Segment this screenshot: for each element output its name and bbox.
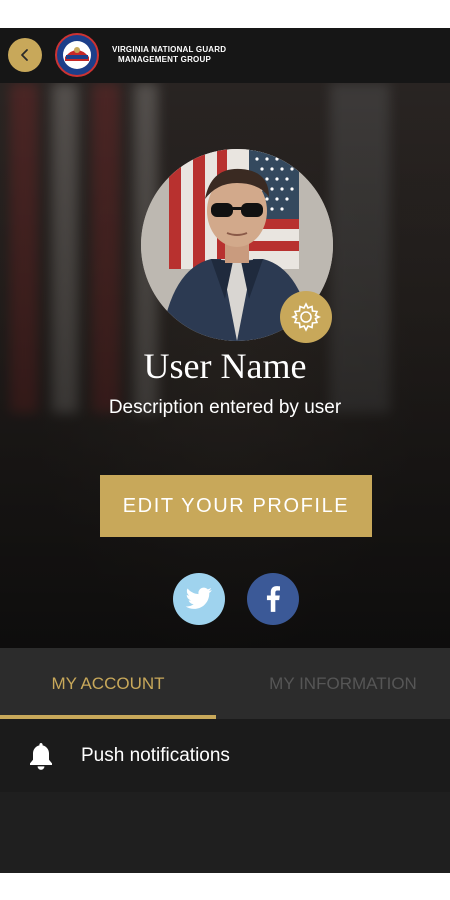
- twitter-button[interactable]: [173, 573, 225, 625]
- list-item-label: Push notifications: [81, 745, 230, 766]
- back-button[interactable]: [8, 38, 42, 72]
- organization-name: VIRGINIA NATIONAL GUARD MANAGEMENT GROUP: [112, 45, 272, 65]
- user-name: User Name: [143, 346, 307, 386]
- facebook-icon: [266, 586, 280, 612]
- top-bar: VIRGINIA NATIONAL GUARD MANAGEMENT GROUP: [0, 28, 450, 83]
- profile-tabs: MY ACCOUNT MY INFORMATION: [0, 648, 450, 719]
- tab-my-information[interactable]: MY INFORMATION: [236, 648, 450, 719]
- app-screen: VIRGINIA NATIONAL GUARD MANAGEMENT GROUP: [0, 28, 450, 873]
- profile-header: User Name Description entered by user ED…: [0, 83, 450, 648]
- chevron-left-icon: [21, 49, 28, 61]
- user-description: Description entered by user: [108, 397, 342, 418]
- edit-profile-button[interactable]: EDIT YOUR PROFILE: [100, 475, 372, 537]
- bell-icon: [30, 743, 52, 770]
- facebook-button[interactable]: [247, 573, 299, 625]
- organization-name-line2: MANAGEMENT GROUP: [118, 55, 211, 64]
- twitter-icon: [185, 587, 212, 609]
- profile-settings-button[interactable]: [280, 291, 332, 343]
- empty-list-area: [0, 792, 450, 873]
- tab-my-account[interactable]: MY ACCOUNT: [0, 648, 216, 719]
- organization-logo: [55, 33, 99, 77]
- organization-name-line1: VIRGINIA NATIONAL GUARD: [112, 45, 227, 54]
- gear-icon: [290, 302, 322, 332]
- push-notifications-row[interactable]: Push notifications: [0, 719, 450, 792]
